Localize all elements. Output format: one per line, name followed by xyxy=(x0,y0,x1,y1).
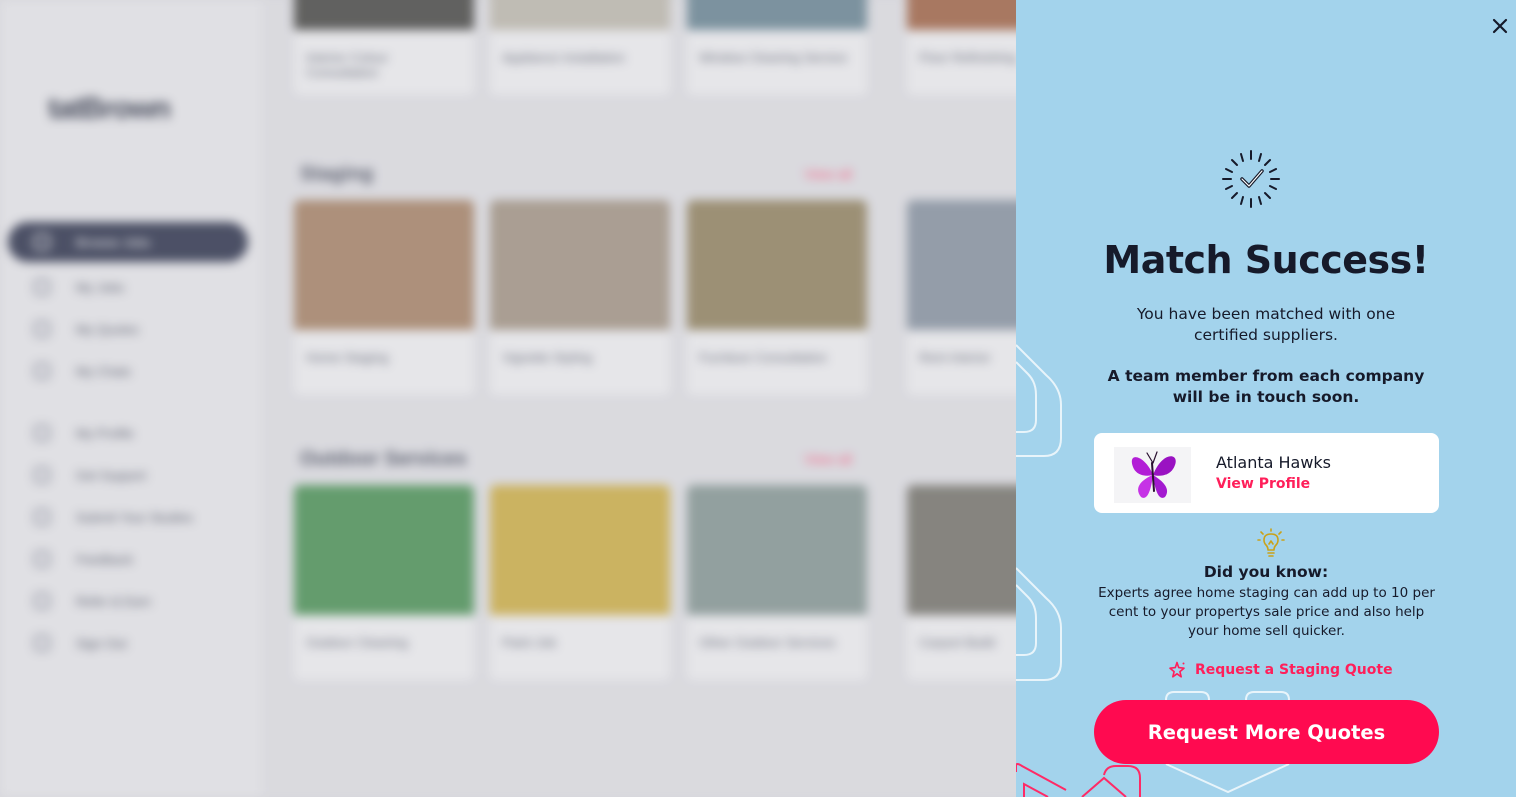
supplier-name: Atlanta Hawks xyxy=(1216,453,1332,472)
request-more-quotes-button[interactable]: Request More Quotes xyxy=(1094,700,1439,764)
request-staging-quote-link[interactable]: Request a Staging Quote xyxy=(1168,660,1393,680)
staging-link-label: Request a Staging Quote xyxy=(1195,662,1393,678)
close-icon xyxy=(1492,18,1508,34)
check-burst-icon xyxy=(1222,150,1280,208)
view-profile-link[interactable]: View Profile xyxy=(1216,476,1310,492)
modal-backdrop[interactable] xyxy=(0,0,1016,797)
supplier-card: Atlanta Hawks View Profile xyxy=(1094,433,1439,513)
page-title: Match Success! xyxy=(1103,238,1429,282)
supplier-logo xyxy=(1114,447,1191,503)
did-you-know-title: Did you know: xyxy=(1203,563,1329,581)
contact-notice: A team member from each company will be … xyxy=(1107,367,1425,406)
lightbulb-icon xyxy=(1257,528,1285,557)
close-button[interactable] xyxy=(1486,12,1514,40)
match-subtitle: You have been matched with one certified… xyxy=(1136,305,1396,344)
did-you-know-text: Experts agree home staging can add up to… xyxy=(1098,585,1435,639)
butterfly-logo xyxy=(1131,451,1176,498)
sparkle-icon xyxy=(1169,661,1185,678)
